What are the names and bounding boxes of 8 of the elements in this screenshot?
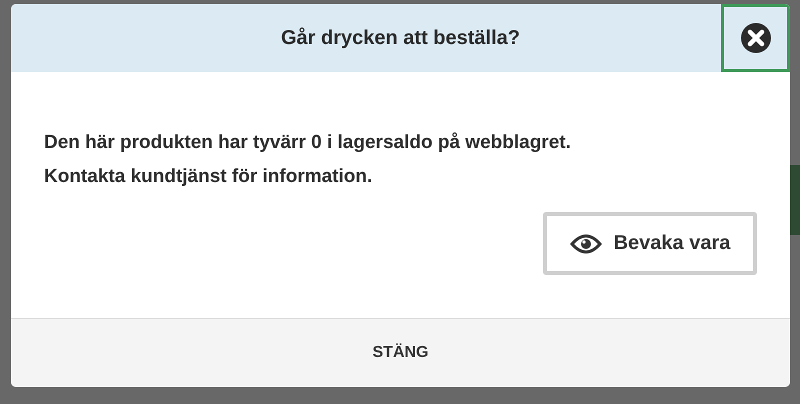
close-dialog-button[interactable]: STÄNG	[11, 318, 790, 387]
dialog-title: Går drycken att beställa?	[281, 26, 520, 50]
close-icon	[740, 22, 772, 54]
watch-button[interactable]: Bevaka vara	[543, 212, 757, 275]
eye-icon	[570, 234, 602, 254]
message-text: Den här produkten har tyvärr 0 i lagersaldo på webblagret. Kontakta kundtjänst för information.	[44, 131, 572, 189]
close-button[interactable]	[721, 4, 790, 72]
background-panel	[790, 165, 800, 235]
